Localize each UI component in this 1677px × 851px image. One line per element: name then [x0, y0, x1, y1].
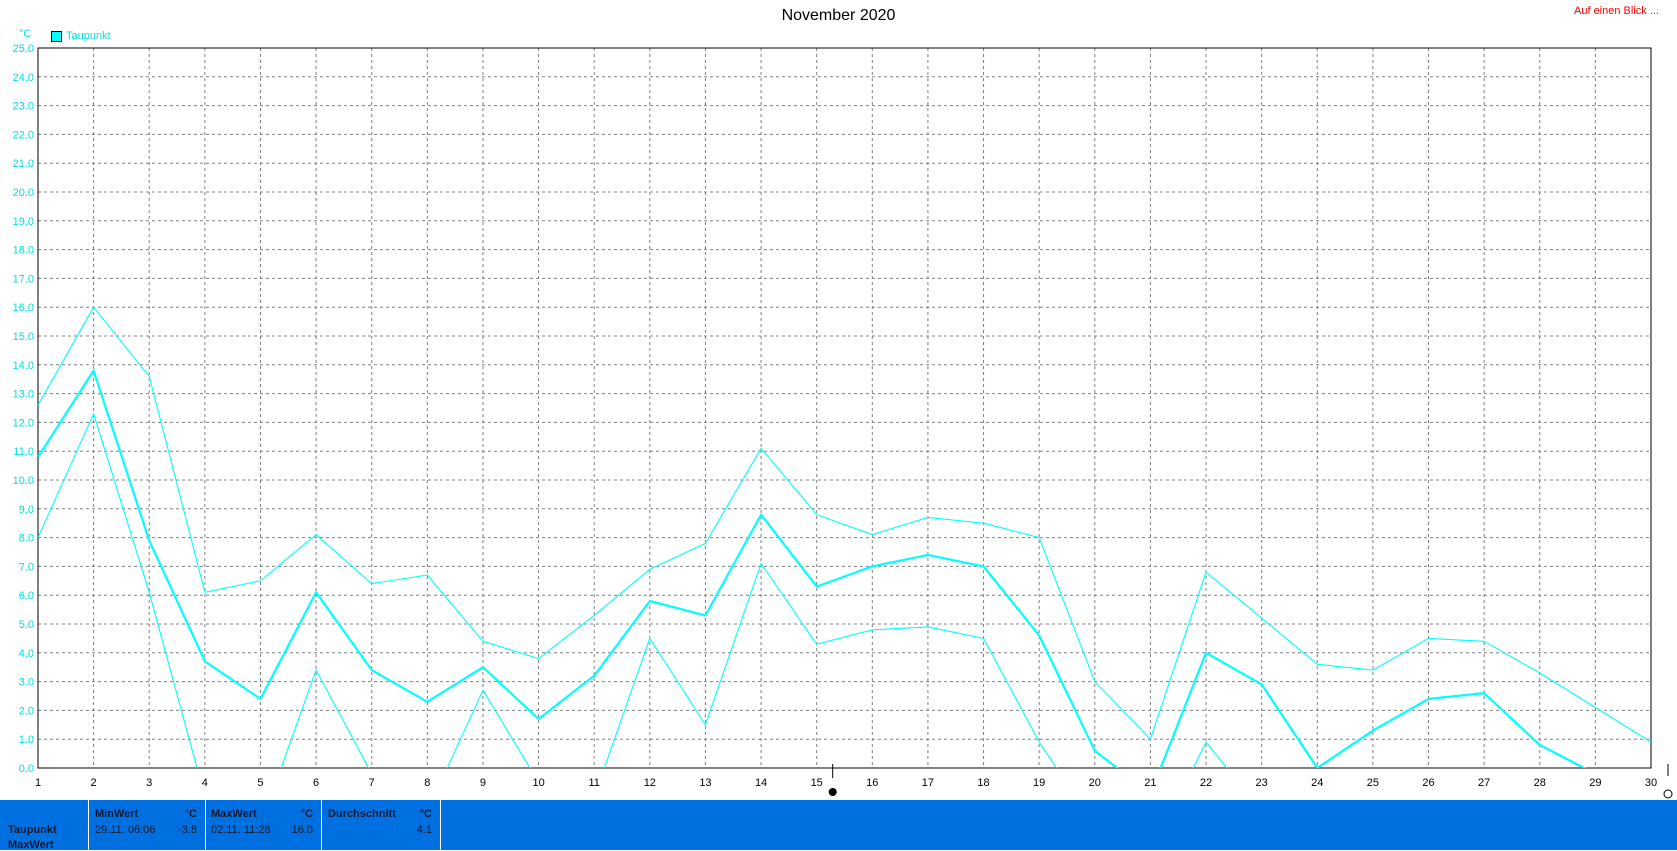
- min-value: -3.8: [178, 824, 197, 836]
- x-tick-label: 16: [866, 777, 878, 789]
- y-tick-label: 0.0: [19, 763, 34, 775]
- y-tick-label: 21.0: [13, 158, 34, 170]
- x-tick-label: 17: [922, 777, 934, 789]
- x-tick-label: 3: [146, 777, 152, 789]
- avg-cell: Durchschnitt °C 4.1: [322, 800, 441, 850]
- y-tick-label: 18.0: [13, 245, 34, 257]
- x-tick-label: 11: [588, 777, 599, 789]
- y-tick-label: 10.0: [13, 475, 34, 487]
- series-line-max: [38, 306, 1651, 743]
- stats-row-label: Taupunkt: [8, 824, 57, 836]
- max-cell: MaxWert °C 02.11. 11:28 16.0: [205, 800, 322, 850]
- x-tick-label: 5: [257, 777, 263, 789]
- x-tick-label: 30: [1645, 777, 1657, 789]
- x-tick-label: 2: [91, 777, 97, 789]
- max-header: MaxWert: [211, 808, 257, 820]
- max-date: 02.11. 11:28: [211, 824, 271, 836]
- y-tick-label: 25.0: [13, 43, 34, 55]
- x-tick-label: 19: [1033, 777, 1045, 789]
- y-tick-label: 6.0: [19, 590, 34, 602]
- x-tick-label: 18: [977, 777, 989, 789]
- y-tick-label: 7.0: [19, 561, 34, 573]
- x-tick-label: 20: [1089, 777, 1101, 789]
- y-tick-label: 4.0: [19, 648, 34, 660]
- y-tick-label: 9.0: [19, 504, 34, 516]
- stats-bar: Taupunkt MaxWert MinWert °C 29.11. 06:06…: [0, 800, 1677, 851]
- scroll-marker-dot: [828, 788, 837, 796]
- series-line-min: [38, 413, 1228, 768]
- y-tick-label: 20.0: [13, 187, 34, 199]
- min-date: 29.11. 06:06: [95, 824, 156, 836]
- y-tick-label: 15.0: [13, 331, 34, 343]
- avg-unit: °C: [419, 808, 432, 820]
- series-group: [38, 306, 1651, 768]
- y-tick-label: 8.0: [19, 533, 34, 545]
- y-tick-label: 14.0: [13, 360, 34, 372]
- x-tick-label: 27: [1478, 777, 1490, 789]
- x-tick-label: 8: [424, 777, 430, 789]
- x-tick-label: 24: [1311, 777, 1323, 789]
- end-marker-dot: [1663, 789, 1673, 799]
- y-tick-label: 5.0: [19, 619, 34, 631]
- min-unit: °C: [184, 808, 197, 820]
- y-tick-label: 12.0: [13, 417, 34, 429]
- y-tick-label: 24.0: [13, 72, 34, 84]
- avg-value: 4.1: [416, 824, 432, 836]
- y-tick-label: 22.0: [13, 129, 34, 141]
- dewpoint-chart: 0.01.02.03.04.05.06.07.08.09.010.011.012…: [13, 28, 1673, 799]
- y-tick-label: 17.0: [13, 273, 34, 285]
- max-unit: °C: [300, 808, 313, 820]
- y-tick-label: 13.0: [13, 389, 34, 401]
- x-tick-label: 26: [1422, 777, 1434, 789]
- x-tick-label: 10: [532, 777, 544, 789]
- min-header: MinWert: [95, 808, 139, 820]
- x-tick-label: 6: [313, 777, 319, 789]
- avg-header: Durchschnitt: [328, 808, 396, 820]
- x-tick-label: 14: [755, 777, 767, 789]
- min-cell: MinWert °C 29.11. 06:06 -3.8: [88, 800, 206, 850]
- x-tick-label: 25: [1367, 777, 1379, 789]
- x-tick-label: 23: [1256, 777, 1268, 789]
- x-tick-label: 4: [202, 777, 208, 789]
- y-tick-label: 2.0: [19, 705, 34, 717]
- x-tick-label: 1: [35, 777, 41, 789]
- x-tick-label: 13: [699, 777, 711, 789]
- y-tick-label: 11.0: [13, 446, 34, 458]
- x-tick-label: 29: [1589, 777, 1601, 789]
- y-tick-label: 3.0: [19, 677, 34, 689]
- y-tick-label: 1.0: [19, 734, 34, 746]
- series-line-mean: [38, 369, 1587, 768]
- y-tick-label: 16.0: [13, 302, 34, 314]
- y-tick-label: 23.0: [13, 101, 34, 113]
- x-tick-label: 28: [1534, 777, 1546, 789]
- y-axis-label: °C: [19, 28, 31, 40]
- x-tick-label: 7: [369, 777, 375, 789]
- x-tick-label: 15: [811, 777, 823, 789]
- x-tick-label: 21: [1144, 777, 1156, 789]
- x-tick-label: 12: [644, 777, 656, 789]
- stats-row-label-2: MaxWert: [8, 839, 54, 851]
- max-value: 16.0: [291, 824, 313, 836]
- x-tick-label: 22: [1200, 777, 1212, 789]
- y-tick-label: 19.0: [13, 216, 34, 228]
- x-tick-label: 9: [480, 777, 486, 789]
